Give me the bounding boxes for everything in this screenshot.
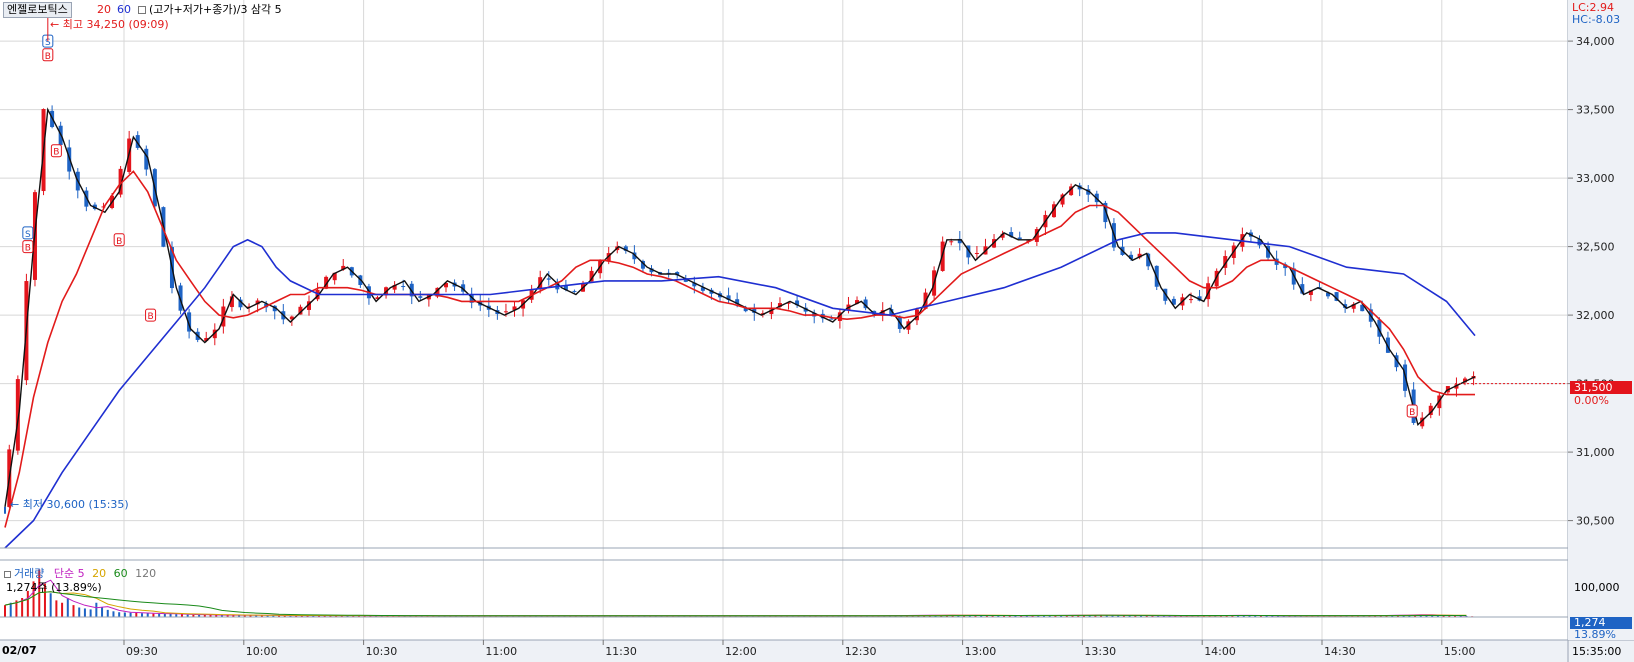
time-axis-end-label: 15:35:00 — [1572, 645, 1622, 658]
candle-body — [572, 290, 577, 292]
y-tick-label: 34,000 — [1576, 35, 1615, 48]
candle-body — [503, 311, 508, 313]
buy-marker-letter: B — [116, 237, 122, 247]
candle-body — [418, 296, 423, 298]
volume-bar — [112, 611, 115, 617]
stock-name-box[interactable]: 엔젤로보틱스 — [3, 2, 72, 18]
volume-badge-pct: 13.89% — [1574, 628, 1616, 641]
volume-bar — [55, 600, 58, 617]
volume-bar — [9, 602, 12, 617]
x-tick-label: 11:00 — [485, 645, 517, 658]
volume-bars — [4, 569, 1474, 617]
volume-bar — [106, 609, 109, 617]
stock-name: 엔젤로보틱스 — [7, 3, 68, 16]
volume-ma60: 60 — [113, 567, 128, 580]
indicator-label-wrap: (고가+저가+종가)/3 삼각 5 — [136, 3, 282, 16]
x-tick-label: 11:30 — [605, 645, 637, 658]
volume-bar — [95, 602, 98, 617]
price-panel-bg — [0, 0, 1568, 566]
current-price-badge: 31,500 — [1570, 381, 1632, 394]
current-change-label: 0.00% — [1574, 394, 1609, 407]
volume-ma60-line — [4, 591, 1467, 617]
volume-bar — [72, 605, 75, 617]
volume-bar — [118, 612, 121, 617]
volume-bar — [49, 593, 52, 617]
volume-bar — [135, 612, 138, 617]
y-tick-label: 33,500 — [1576, 104, 1615, 117]
y-tick-label: 32,500 — [1576, 241, 1615, 254]
volume-value: 1,274주 (13.89%) — [6, 581, 102, 594]
x-tick-label: 14:30 — [1324, 645, 1356, 658]
x-tick-label: 12:00 — [725, 645, 757, 658]
candle-body — [401, 286, 406, 288]
x-tick-label: 13:00 — [965, 645, 997, 658]
date-label: 02/07 — [2, 644, 37, 657]
volume-bar — [78, 607, 81, 617]
price-chart[interactable]: BBBBBBSS 34,00033,50033,00032,50032,0003… — [0, 0, 1634, 662]
y-tick-label: 31,000 — [1576, 446, 1615, 459]
y-tick-label: 32,000 — [1576, 309, 1615, 322]
indicator-icon — [138, 6, 146, 14]
volume-bar — [146, 613, 149, 617]
low-annotation: ← 최저 30,600 (15:35) — [10, 498, 129, 511]
volume-bar — [101, 607, 104, 617]
volume-bar — [4, 605, 6, 617]
buy-marker-letter: B — [1409, 408, 1415, 418]
volume-bar — [26, 590, 29, 617]
volume-bar — [66, 598, 69, 617]
buy-marker-letter: B — [147, 312, 153, 322]
high-annotation-text: 최고 34,250 (09:09) — [62, 18, 169, 31]
x-tick-label: 13:30 — [1084, 645, 1116, 658]
ma20-label: 20 — [97, 3, 111, 16]
ma60-label: 60 — [117, 3, 131, 16]
high-annotation: ← 최고 34,250 (09:09) — [50, 18, 169, 31]
candle-body — [974, 252, 979, 254]
volume-bar — [61, 602, 64, 617]
volume-axis-label: 100,000 — [1574, 581, 1620, 594]
volume-ma20: 20 — [92, 567, 107, 580]
volume-bar — [141, 613, 144, 617]
volume-bar — [83, 608, 86, 617]
volume-legend: 거래량 단순 5 20 60 120 — [4, 567, 156, 580]
buy-marker-letter: B — [45, 52, 51, 62]
low-annotation-text: 최저 30,600 (15:35) — [22, 498, 129, 511]
candle-body — [1017, 237, 1022, 240]
y-tick-label: 30,500 — [1576, 515, 1615, 528]
buy-marker-letter: B — [25, 244, 31, 254]
volume-icon — [4, 570, 11, 578]
candle-body — [1188, 299, 1193, 301]
volume-bar — [123, 612, 126, 617]
indicator-label: (고가+저가+종가)/3 삼각 5 — [149, 3, 282, 16]
volume-bar — [129, 612, 132, 617]
volume-bar — [89, 609, 92, 617]
volume-ma-label: 단순 5 — [53, 567, 85, 580]
candle-body — [949, 241, 954, 243]
x-tick-label: 10:00 — [246, 645, 278, 658]
y-tick-label: 33,000 — [1576, 172, 1615, 185]
x-tick-label: 15:00 — [1444, 645, 1476, 658]
volume-ma20-line — [4, 591, 1467, 617]
x-tick-label: 10:30 — [366, 645, 398, 658]
candle-body — [546, 278, 551, 280]
x-tick-label: 09:30 — [126, 645, 158, 658]
hc-label: HC:-8.03 — [1572, 13, 1621, 26]
candle-body — [829, 318, 834, 320]
volume-title: 거래량 — [14, 567, 45, 580]
volume-ma120: 120 — [135, 567, 157, 580]
buy-marker-letter: B — [53, 148, 59, 158]
x-tick-label: 14:00 — [1204, 645, 1236, 658]
sell-marker-letter: S — [25, 230, 31, 240]
x-tick-label: 12:30 — [845, 645, 877, 658]
